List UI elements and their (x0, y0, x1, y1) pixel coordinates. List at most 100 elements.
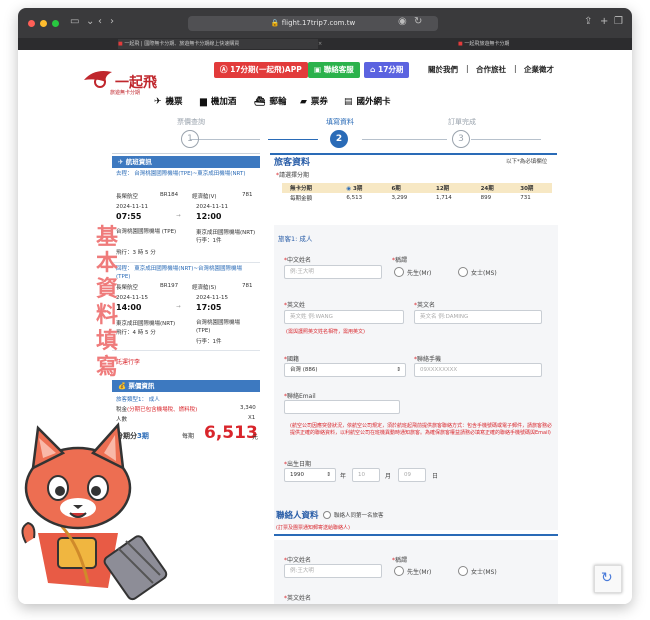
tab-booking[interactable]: ■ 一起飛 | 國際無卡分期、旅遊無卡分期線上快速購買 (118, 39, 318, 49)
step-3-circle: 3 (452, 130, 470, 148)
installment-option-3[interactable]: ◉ 3期 (338, 183, 384, 193)
luggage: 行李：1件 (196, 238, 222, 244)
select-arrows-icon: ⇕ (396, 367, 401, 373)
departure-airport: 東京成田國際機場(NRT) (116, 321, 176, 327)
installment-value: 731 (512, 193, 552, 203)
birth-month-input[interactable]: 10 (352, 468, 380, 482)
maximize-window-button[interactable] (52, 20, 59, 27)
hotel-icon: ▆ (200, 97, 207, 107)
chevron-down-icon[interactable]: ⌄ (86, 16, 94, 27)
luggage: 行李：1件 (196, 339, 222, 345)
contact-ms-radio[interactable] (458, 566, 468, 576)
same-as-traveler-label: 聯絡人同第一名旅客 (334, 513, 384, 519)
careers-link[interactable]: 企業徵才 (524, 64, 554, 75)
cabin-class: 經濟艙(V) (192, 194, 217, 200)
step-label-fill: 填寫資料 (326, 118, 354, 126)
divider (112, 350, 260, 351)
installment-value: 1,714 (428, 193, 473, 203)
sidebar-icon[interactable]: ▭ (70, 16, 79, 27)
new-tab-icon[interactable]: + (600, 16, 608, 27)
nav-flights[interactable]: ✈ 機票 (154, 95, 183, 107)
extensions-icon[interactable]: ◉ (398, 16, 407, 27)
same-as-traveler-checkbox[interactable] (323, 511, 331, 519)
link-divider: | (466, 64, 469, 73)
arrival-date: 2024-11-11 (196, 204, 228, 210)
contact-mr-radio[interactable] (394, 566, 404, 576)
installment-option-12[interactable]: 12期 (428, 183, 473, 193)
country-label: *國籍 (284, 356, 300, 363)
email-label: *聯絡Email (284, 393, 316, 400)
flight-info-header: ✈ 航班資訊 (112, 156, 260, 168)
seat-code: 781 (242, 192, 253, 198)
per-period-label: 每期金額 (282, 193, 339, 203)
minimize-window-button[interactable] (40, 20, 47, 27)
birth-day-input[interactable]: 09 (398, 468, 426, 482)
email-note: (航空公司因應突發狀況，依航空公司規定，須於航班起飛前提供旅客聯絡方式：包含手機… (290, 423, 552, 436)
flight-number: BR184 (160, 192, 179, 198)
nav-sim-card[interactable]: ▤ 國外網卡 (344, 95, 391, 107)
close-window-button[interactable] (28, 20, 35, 27)
departure-date: 2024-11-11 (116, 204, 148, 210)
partner-agency-link[interactable]: 合作旅社 (476, 64, 506, 75)
customer-service-button[interactable]: ▣ 聯絡客服 (308, 62, 360, 78)
arrow-right-icon: → (176, 304, 181, 310)
close-tab-icon[interactable]: × (318, 39, 322, 49)
passenger-type: 旅客類型1： 成人 (116, 397, 160, 403)
email-input[interactable] (284, 400, 400, 414)
day-unit: 日 (432, 473, 439, 480)
nav-tickets[interactable]: ▰ 票券 (300, 95, 328, 107)
left-underline (112, 153, 260, 154)
forward-icon[interactable]: › (110, 16, 114, 27)
last-name-label: *英文姓 (284, 302, 306, 309)
back-icon[interactable]: ‹ (98, 16, 102, 27)
arrow-right-icon: → (176, 213, 181, 219)
nav-cruise[interactable]: ⛴ 郵輪 (254, 95, 286, 107)
app-download-button[interactable]: Ⓐ 17分期(一起飛)APP (214, 62, 308, 78)
plane-icon: ✈ (154, 97, 162, 107)
installment-button[interactable]: ⌂ 17分期 (364, 62, 410, 78)
page: 一起飛 旅遊無卡分期 Ⓐ 17分期(一起飛)APP ▣ 聯絡客服 ⌂ 17分期 … (18, 50, 632, 604)
about-link[interactable]: 關於我們 (428, 64, 458, 75)
contact-note: (訂票及團票通知郵寄送給聯絡人) (276, 525, 350, 531)
first-name-input[interactable]: 英文名 例:DAMING (414, 310, 542, 324)
app-icon: Ⓐ (220, 65, 231, 74)
nav-flight-hotel[interactable]: ▆ 機加酒 (200, 95, 236, 107)
country-select[interactable]: 台灣 (886) ⇕ (284, 363, 406, 377)
year-unit: 年 (340, 473, 347, 480)
title-label: *稱謂 (392, 257, 408, 264)
contact-cn-name-input[interactable]: 例:王大明 (284, 564, 382, 578)
birth-label: *出生日期 (284, 461, 312, 468)
phone-input[interactable]: 09XXXXXXXX (414, 363, 542, 377)
share-icon[interactable]: ⇪ (584, 16, 592, 27)
form-title: 旅客資料 (274, 158, 311, 168)
step-connector (190, 139, 260, 140)
birth-year-select[interactable]: 1990 ⇕ (284, 468, 336, 482)
recaptcha-badge[interactable]: ↻ (594, 565, 622, 593)
logo-subtitle: 旅遊無卡分期 (110, 90, 141, 96)
tabs-overview-icon[interactable]: ❐ (614, 16, 623, 27)
contact-en-name-label: *英文姓名 (284, 595, 312, 602)
ms-radio[interactable] (458, 267, 468, 277)
tax-line: 稅金(分期已包含機場稅、燃料稅) (116, 407, 198, 413)
installment-value: 3,299 (383, 193, 429, 203)
cat-mascot-illustration (21, 422, 168, 601)
installment-option-24[interactable]: 24期 (472, 183, 513, 193)
english-name-note: (需與護照英文姓名相符，需用英文) (286, 329, 365, 335)
plane-icon: ✈ (118, 158, 126, 166)
cn-name-input[interactable]: 例:王大明 (284, 265, 382, 279)
tab-strip: ■ 一起飛 | 國際無卡分期、旅遊無卡分期線上快速購買 × ■ 一起飛旅遊無卡分… (18, 38, 632, 50)
ticket-icon: ▰ (300, 97, 307, 107)
reload-icon[interactable]: ↻ (414, 16, 422, 27)
tab-installment[interactable]: ■ 一起飛旅遊無卡分期 (458, 39, 608, 49)
first-name-label: *英文名 (414, 302, 436, 309)
last-name-input[interactable]: 英文姓 例:WANG (284, 310, 404, 324)
contact-mr-label: 先生(Mr) (407, 569, 432, 576)
installment-option-30[interactable]: 30期 (512, 183, 552, 193)
step-2-circle: 2 (330, 130, 348, 148)
required-note: 以下*為必填欄位 (506, 159, 548, 165)
airline: 長榮航空 (116, 194, 139, 200)
mr-radio[interactable] (394, 267, 404, 277)
installment-option-6[interactable]: 6期 (383, 183, 429, 193)
contact-ms-label: 女士(MS) (471, 569, 497, 576)
form-title-underline (270, 153, 557, 155)
